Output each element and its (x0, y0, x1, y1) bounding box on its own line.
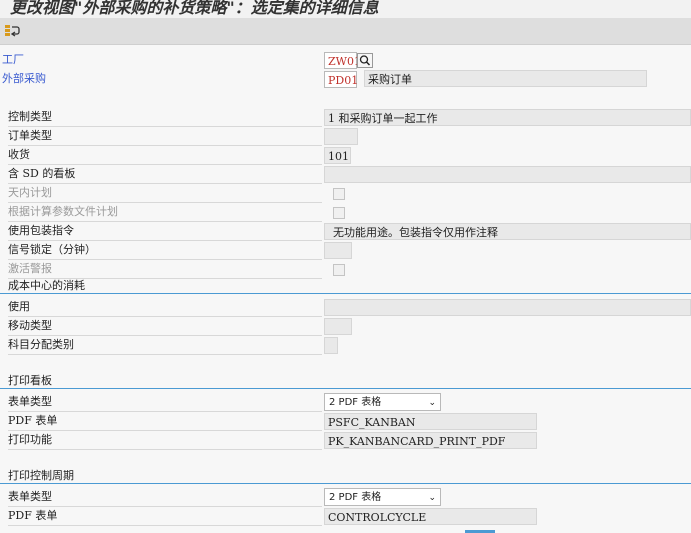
kanban-form-type-value: 2 PDF 表格 (329, 397, 382, 408)
plant-search-button[interactable] (357, 53, 373, 68)
movement-type-label: 移动类型 (8, 317, 322, 336)
cycle-form-type-value: 2 PDF 表格 (329, 492, 382, 503)
chevron-down-icon: ⌄ (428, 493, 436, 503)
daily-plan-checkbox[interactable] (333, 188, 345, 200)
goods-receipt-label: 收货 (8, 146, 322, 165)
plant-field[interactable]: ZW01 (324, 52, 361, 69)
kanban-form-type-label: 表单类型 (8, 393, 322, 412)
toolbar (0, 18, 691, 45)
print-kanban-title: 打印看板 (8, 374, 52, 387)
kanban-pdf-form-label: PDF 表单 (8, 412, 322, 431)
order-type-field[interactable] (324, 128, 358, 145)
print-function-field[interactable]: PK_KANBANCARD_PRINT_PDF (324, 432, 537, 449)
plant-label: 工厂 (2, 53, 24, 66)
cycle-pdf-form-field[interactable]: CONTROLCYCLE (324, 508, 537, 525)
goods-receipt-field[interactable]: 101 (324, 147, 351, 164)
use-packing-field[interactable]: 无功能用途。包装指令仅用作注释 (324, 223, 691, 240)
use-packing-label: 使用包装指令 (8, 222, 322, 241)
external-procurement-description: 采购订单 (364, 70, 647, 87)
window-title-bar: 更改视图"外部采购的补货策略"：选定集的详细信息 (0, 0, 691, 18)
print-kanban-section: 打印看板 (0, 374, 691, 389)
search-icon (359, 55, 371, 66)
account-assignment-field[interactable] (324, 337, 338, 354)
cycle-form-type-select[interactable]: 2 PDF 表格 ⌄ (324, 488, 441, 506)
daily-plan-label: 天内计划 (8, 184, 322, 203)
control-type-field[interactable]: 1 和采购订单一起工作 (324, 109, 691, 126)
movement-type-field[interactable] (324, 318, 352, 335)
cycle-form-type-label: 表单类型 (8, 488, 322, 507)
activate-alert-label: 激活警报 (8, 260, 322, 279)
chevron-down-icon: ⌄ (428, 398, 436, 408)
cost-center-title: 成本中心的消耗 (8, 279, 85, 292)
sd-kanban-field[interactable] (324, 166, 691, 183)
signal-lock-label: 信号锁定（分钟） (8, 241, 322, 260)
cycle-pdf-form-label: PDF 表单 (8, 507, 322, 526)
usage-field[interactable] (324, 299, 691, 316)
external-procurement-field[interactable]: PD01 (324, 71, 358, 88)
print-cycle-title: 打印控制周期 (8, 469, 74, 482)
kanban-form-type-select[interactable]: 2 PDF 表格 ⌄ (324, 393, 441, 411)
profile-plan-label: 根据计算参数文件计划 (8, 203, 322, 222)
activate-alert-checkbox[interactable] (333, 264, 345, 276)
sd-kanban-label: 含 SD 的看板 (8, 165, 322, 184)
window-title: 更改视图"外部采购的补货策略"：选定集的详细信息 (10, 0, 379, 17)
account-assignment-label: 科目分配类别 (8, 336, 322, 355)
transport-icon[interactable] (4, 23, 20, 39)
kanban-pdf-form-field[interactable]: PSFC_KANBAN (324, 413, 537, 430)
signal-lock-field[interactable] (324, 242, 352, 259)
print-function-label: 打印功能 (8, 431, 322, 450)
usage-label: 使用 (8, 298, 322, 317)
profile-plan-checkbox[interactable] (333, 207, 345, 219)
external-procurement-label: 外部采购 (2, 72, 46, 85)
control-type-label: 控制类型 (8, 108, 322, 127)
cost-center-section: 成本中心的消耗 (0, 279, 691, 294)
order-type-label: 订单类型 (8, 127, 322, 146)
print-cycle-section: 打印控制周期 (0, 469, 691, 484)
